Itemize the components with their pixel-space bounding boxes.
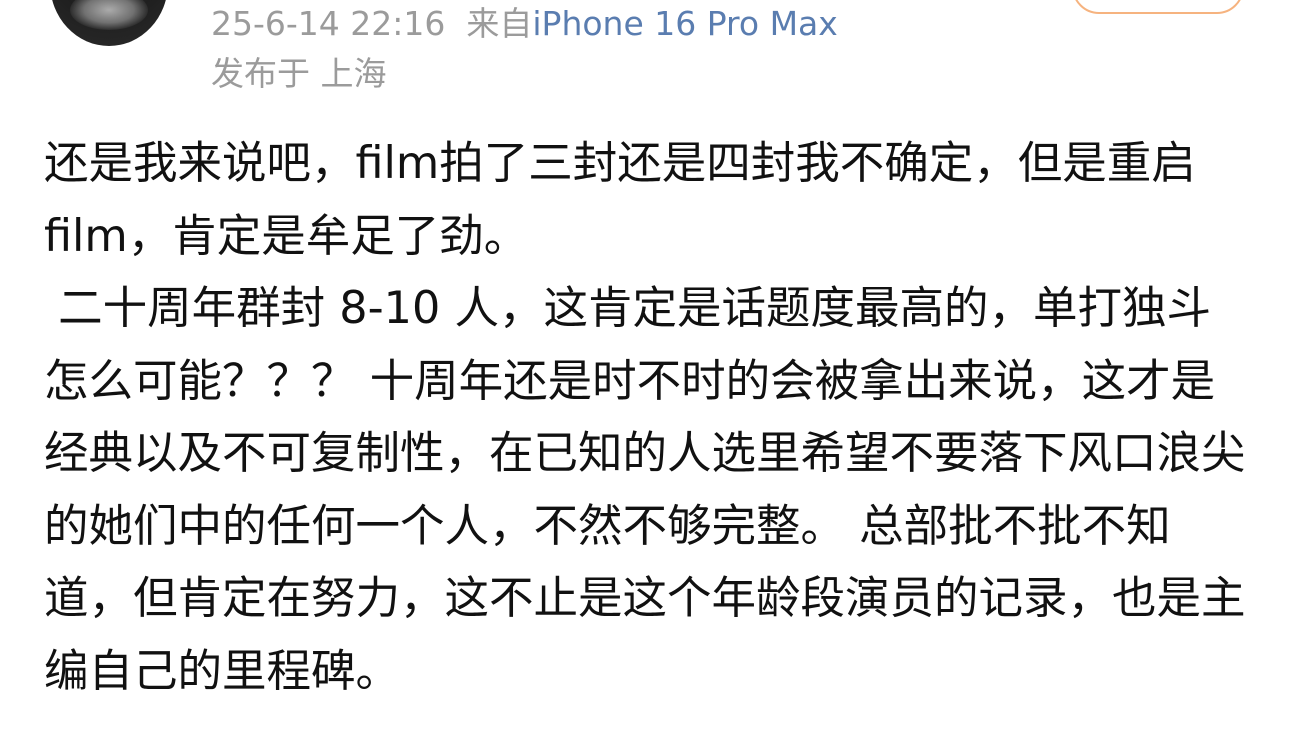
post-location: 发布于 上海 (211, 54, 387, 93)
post-meta: 25-6-14 22:16 来自iPhone 16 Pro Max (211, 2, 838, 46)
follow-button[interactable] (1072, 0, 1244, 14)
author-avatar[interactable] (50, 0, 168, 46)
avatar-image (70, 0, 148, 30)
post-timestamp: 25-6-14 22:16 (211, 4, 446, 43)
post-body-text: 还是我来说吧，film拍了三封还是四封我不确定，但是重启 film，肯定是牟足了… (44, 138, 1246, 697)
device-link[interactable]: iPhone 16 Pro Max (532, 4, 837, 43)
source-prefix: 来自 (466, 4, 533, 43)
